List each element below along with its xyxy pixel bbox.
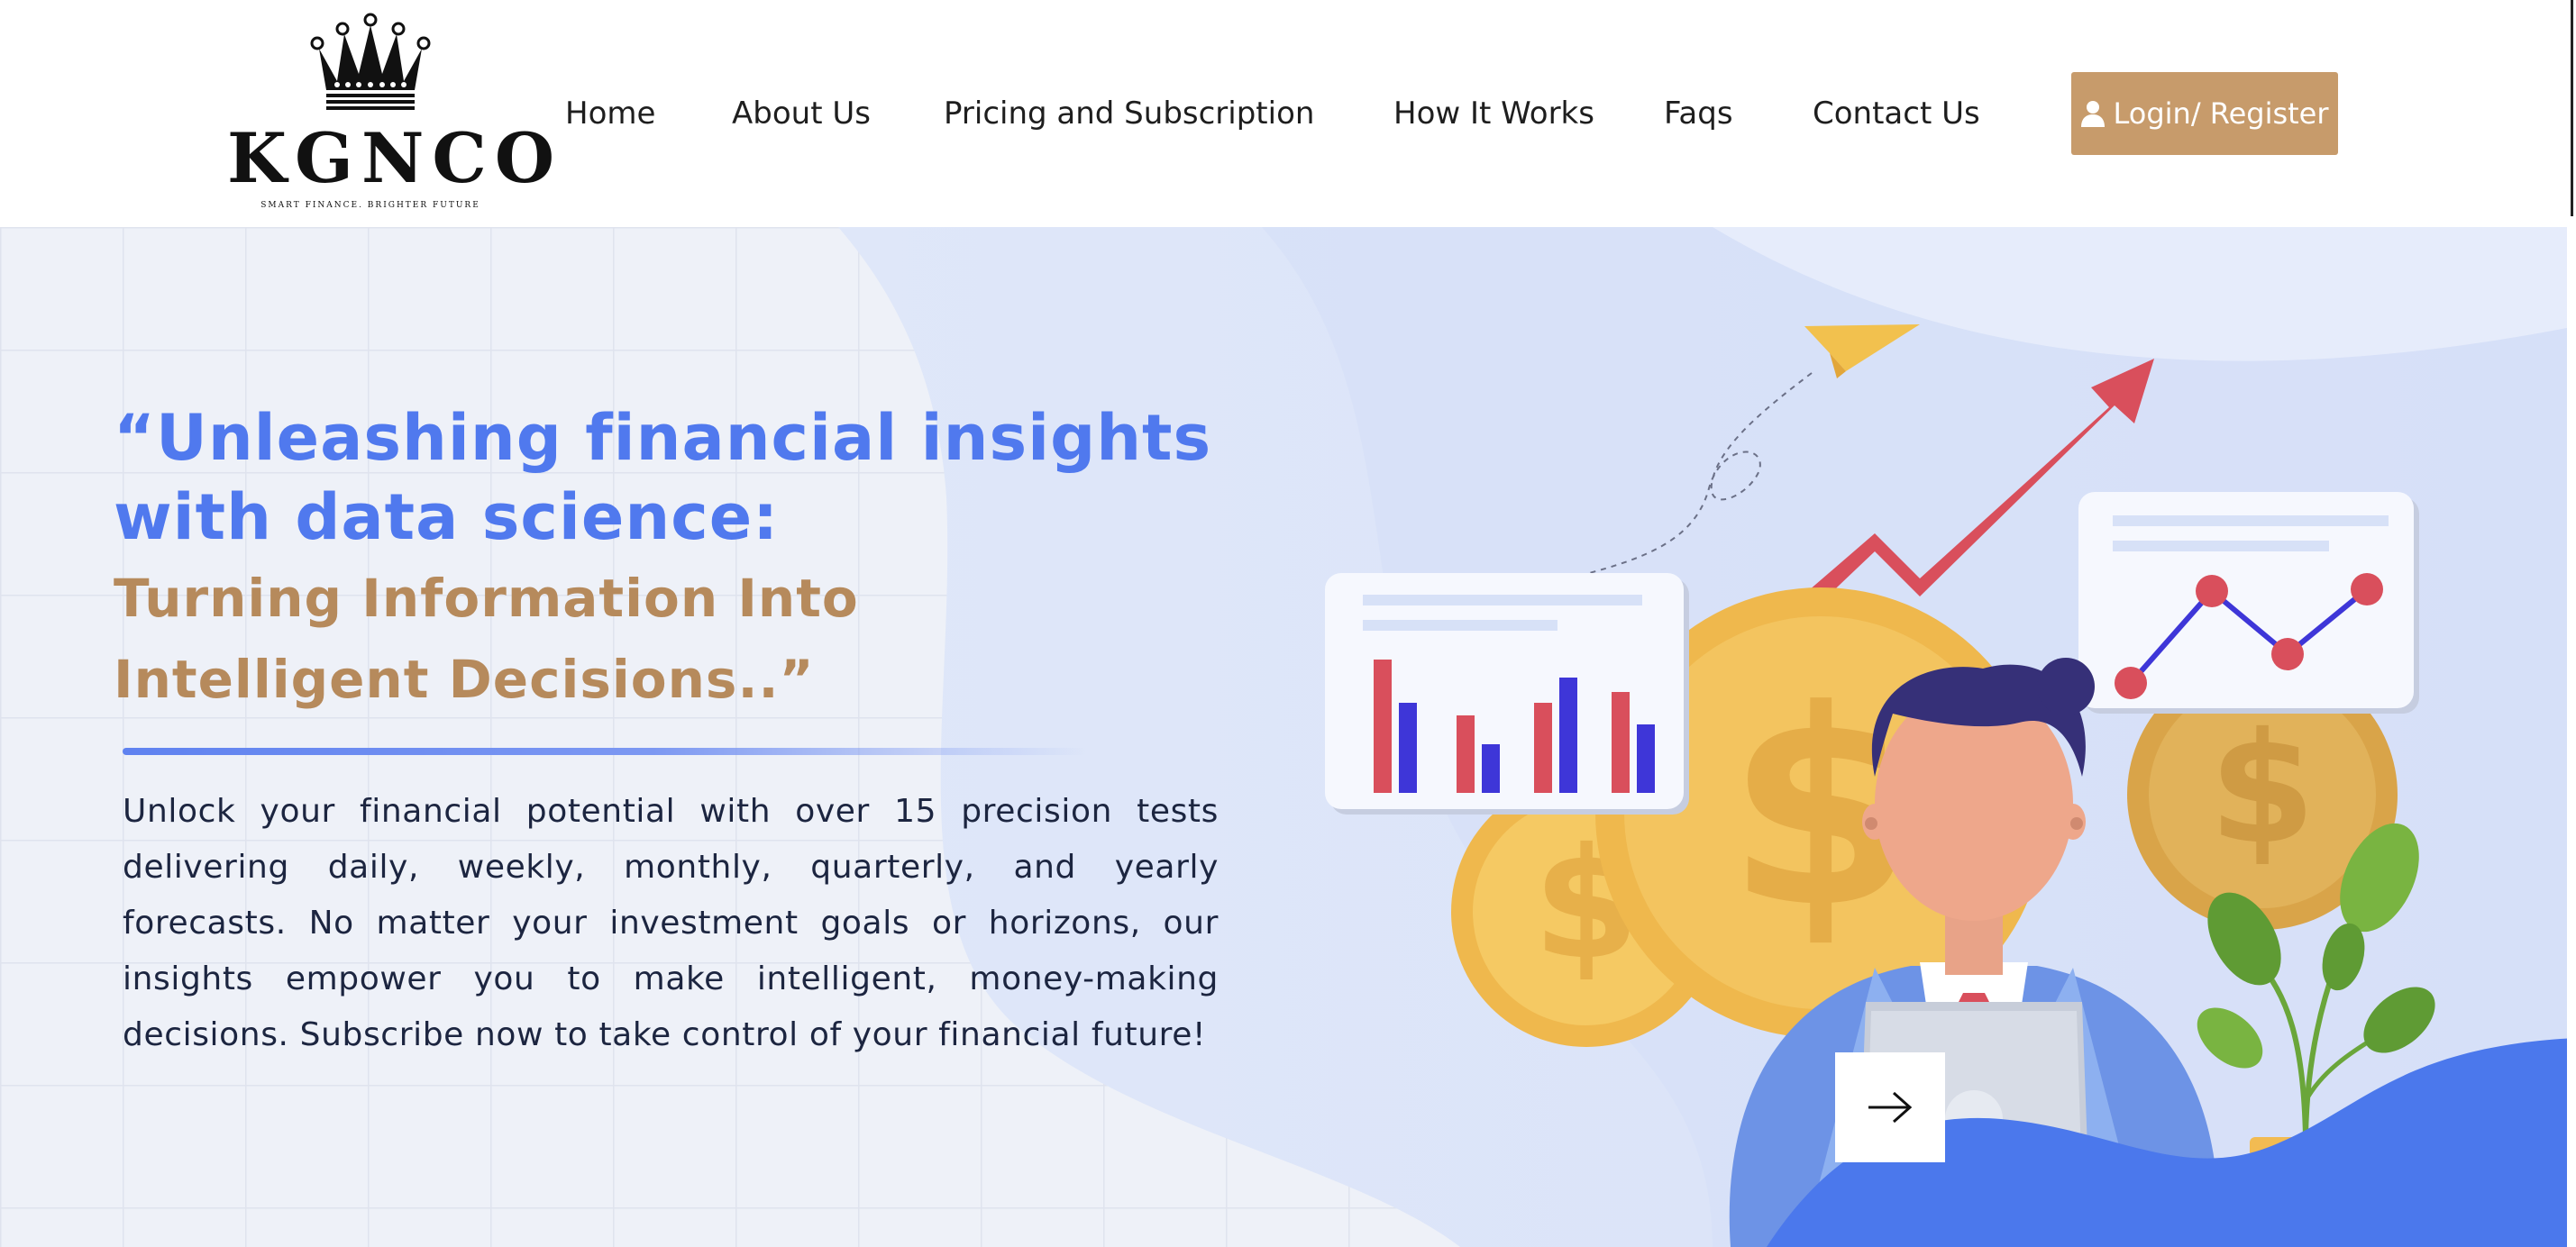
subheadline-line-2: Intelligent Decisions..” [114, 649, 815, 710]
brand-logo[interactable]: KGNCO SMART FINANCE. BRIGHTER FUTURE [227, 13, 563, 216]
svg-text:$: $ [2209, 700, 2316, 878]
logo-wordmark: KGNCO [227, 118, 563, 198]
hero-section: “Unleashing financial insights with data… [0, 227, 2576, 1247]
login-register-button[interactable]: Login/ Register [2071, 72, 2338, 155]
login-register-label: Login/ Register [2113, 96, 2329, 131]
headline-line-2: with data science: [114, 480, 780, 554]
arrow-right-icon [1868, 1091, 1913, 1124]
nav-home[interactable]: Home [565, 94, 655, 133]
nav-faqs[interactable]: Faqs [1664, 94, 1733, 133]
site-header: KGNCO SMART FINANCE. BRIGHTER FUTURE Hom… [0, 0, 2576, 227]
nav-pricing-subscription[interactable]: Pricing and Subscription [944, 94, 1314, 133]
nav-how-it-works[interactable]: How It Works [1393, 94, 1594, 133]
paper-plane-icon [1804, 324, 1920, 371]
nav-about-us[interactable]: About Us [732, 94, 871, 133]
headline-line-1: “Unleashing financial insights [114, 401, 1212, 475]
headline-divider [123, 748, 1087, 755]
nav-contact-us[interactable]: Contact Us [1813, 94, 1980, 133]
logo-tagline: SMART FINANCE. BRIGHTER FUTURE [260, 201, 480, 210]
crown-icon [310, 13, 431, 110]
subheadline-line-1: Turning Information Into [114, 568, 859, 629]
user-icon [2081, 101, 2106, 127]
scrollbar-edge [2567, 0, 2576, 1247]
hero-headline: “Unleashing financial insights with data… [114, 398, 1285, 719]
next-arrow-button[interactable] [1835, 1052, 1945, 1162]
hero-description: Unlock your financial potential with ove… [123, 793, 1219, 1053]
